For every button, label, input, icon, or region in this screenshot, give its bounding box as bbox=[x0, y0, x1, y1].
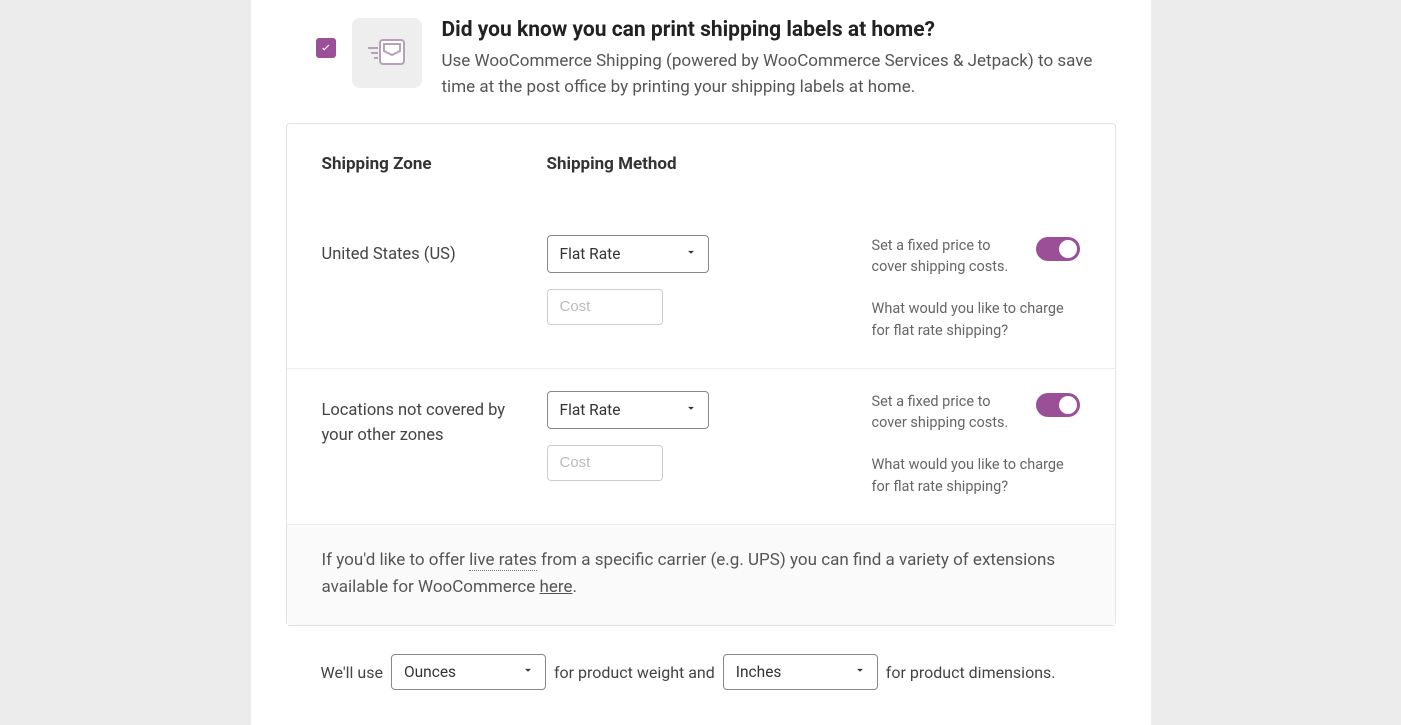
live-rates-text: If you'd like to offer bbox=[322, 550, 470, 570]
units-label-mid: for product weight and bbox=[554, 663, 715, 682]
select-value: Inches bbox=[736, 663, 782, 681]
chevron-down-icon bbox=[521, 663, 535, 681]
zone-name: United States (US) bbox=[322, 235, 547, 342]
zone-enabled-toggle[interactable] bbox=[1036, 237, 1080, 261]
weight-unit-select[interactable]: Ounces bbox=[391, 654, 546, 690]
select-value: Flat Rate bbox=[560, 401, 621, 419]
method-description: Set a fixed price to cover shipping cost… bbox=[872, 235, 1020, 279]
cost-description: What would you like to charge for flat r… bbox=[872, 454, 1080, 498]
zone-row: United States (US) Flat Rate Set a fixed… bbox=[287, 184, 1115, 368]
col-header-method: Shipping Method bbox=[547, 154, 1080, 174]
print-labels-checkbox[interactable] bbox=[316, 38, 336, 58]
chevron-down-icon bbox=[684, 401, 698, 419]
col-header-zone: Shipping Zone bbox=[322, 154, 547, 174]
cost-description: What would you like to charge for flat r… bbox=[872, 298, 1080, 342]
zone-enabled-toggle[interactable] bbox=[1036, 393, 1080, 417]
shipping-method-select[interactable]: Flat Rate bbox=[547, 391, 709, 429]
chevron-down-icon bbox=[853, 663, 867, 681]
promo-body: Use WooCommerce Shipping (powered by Woo… bbox=[442, 48, 1116, 101]
live-rates-term: live rates bbox=[469, 550, 537, 571]
live-rates-note: If you'd like to offer live rates from a… bbox=[287, 524, 1115, 625]
zone-row: Locations not covered by your other zone… bbox=[287, 368, 1115, 524]
extensions-link[interactable]: here bbox=[540, 577, 573, 597]
shipping-label-icon bbox=[352, 18, 422, 88]
zone-name: Locations not covered by your other zone… bbox=[322, 391, 547, 498]
units-label-pre: We'll use bbox=[321, 663, 383, 682]
method-description: Set a fixed price to cover shipping cost… bbox=[872, 391, 1020, 435]
select-value: Flat Rate bbox=[560, 245, 621, 263]
flat-rate-cost-input[interactable] bbox=[547, 445, 663, 481]
shipping-zones-card: Shipping Zone Shipping Method United Sta… bbox=[286, 123, 1116, 626]
live-rates-text: . bbox=[573, 577, 577, 597]
promo-title: Did you know you can print shipping labe… bbox=[442, 18, 1116, 42]
shipping-method-select[interactable]: Flat Rate bbox=[547, 235, 709, 273]
select-value: Ounces bbox=[404, 663, 456, 681]
chevron-down-icon bbox=[684, 245, 698, 263]
units-label-post: for product dimensions. bbox=[886, 663, 1056, 682]
flat-rate-cost-input[interactable] bbox=[547, 289, 663, 325]
dimension-unit-select[interactable]: Inches bbox=[723, 654, 878, 690]
